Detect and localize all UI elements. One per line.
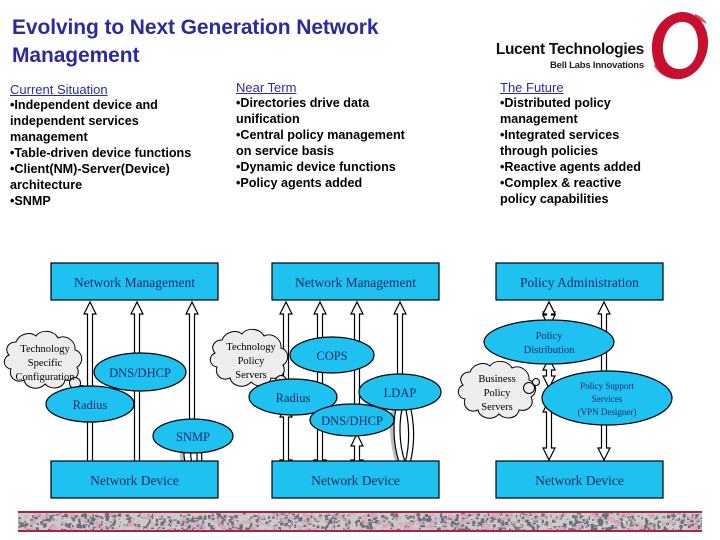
bullet-line: •Independent device and: [10, 98, 158, 112]
svg-text:Policy: Policy: [484, 388, 512, 399]
bullet-line: independent services: [10, 113, 139, 128]
panel-near-term: Network Management Technology Policy Ser…: [209, 262, 442, 499]
svg-text:Policy Administration: Policy Administration: [520, 275, 639, 290]
svg-text:(VPN Designer): (VPN Designer): [578, 407, 637, 417]
svg-text:Services: Services: [592, 394, 623, 404]
svg-text:Technology: Technology: [20, 344, 70, 355]
svg-text:Servers: Servers: [235, 370, 267, 381]
svg-text:Distribution: Distribution: [524, 345, 576, 356]
svg-text:Specific: Specific: [28, 358, 63, 369]
ellipse-policy-distribution: [483, 319, 615, 365]
bullet-line: •Complex & reactive: [500, 175, 622, 190]
svg-text:Policy: Policy: [238, 356, 266, 367]
page-title: Evolving to Next Generation Network Mana…: [12, 14, 482, 69]
svg-text:Policy: Policy: [536, 331, 564, 342]
panel-future: Policy Administration Business Policy Se…: [457, 262, 673, 499]
svg-text:Business: Business: [478, 374, 515, 385]
svg-text:Policy Support: Policy Support: [580, 381, 634, 391]
bullet-line: architecture: [10, 177, 83, 192]
bullet-line: •Reactive agents added: [500, 159, 641, 174]
column-body-1: •Independent device and independent serv…: [10, 98, 250, 209]
svg-text:Network Management: Network Management: [295, 275, 416, 290]
svg-text:Technology: Technology: [226, 342, 276, 353]
svg-text:Radius: Radius: [276, 391, 311, 405]
panel-current: Network Management Technology Specific C…: [3, 262, 234, 499]
column-heading-1: Current Situation: [10, 82, 108, 97]
svg-text:LDAP: LDAP: [384, 386, 417, 400]
bullet-line: •Dynamic device functions: [236, 159, 396, 174]
svg-text:SNMP: SNMP: [176, 430, 210, 444]
bullet-line: •Client(NM)-Server(Device): [10, 161, 170, 176]
bullet-line: through policies: [500, 143, 598, 158]
bullet-line: •Policy agents added: [236, 175, 363, 190]
column-body-2: •Directories drive data unification •Cen…: [236, 96, 472, 192]
bullet-line: •Central policy management: [236, 127, 405, 142]
logo-tagline: Bell Labs Innovations: [550, 60, 644, 71]
box-label: Network Management: [74, 275, 195, 290]
svg-text:DNS/DHCP: DNS/DHCP: [321, 414, 383, 428]
bullet-line: management: [500, 111, 578, 126]
bullet-line: •Table-driven device functions: [10, 145, 192, 160]
svg-text:Configuration: Configuration: [16, 372, 76, 383]
svg-text:Radius: Radius: [73, 398, 108, 412]
bullet-line: management: [10, 129, 88, 144]
page-title-line-1: Evolving to Next Generation Network: [12, 16, 379, 39]
lucent-circle-icon: [651, 11, 709, 80]
bullet-line: •Integrated services: [500, 127, 620, 142]
bullet-line: •Directories drive data: [236, 96, 370, 110]
decorative-texture-strip: [18, 511, 702, 532]
bullet-line: •SNMP: [10, 193, 51, 208]
svg-text:COPS: COPS: [316, 349, 347, 363]
text-column-current-situation: Current Situation •Independent device an…: [10, 82, 250, 209]
logo-name: Lucent Technologies: [495, 41, 644, 58]
bullet-line: on service basis: [236, 143, 335, 158]
column-heading-3: The Future: [500, 80, 564, 95]
svg-text:Network Device: Network Device: [311, 473, 400, 488]
svg-text:Servers: Servers: [481, 402, 513, 413]
column-heading-2: Near Term: [236, 80, 297, 95]
text-column-near-term: Near Term •Directories drive data unific…: [236, 80, 472, 192]
bullet-line: policy capabilities: [500, 191, 609, 206]
bullet-line: •Distributed policy: [500, 96, 611, 110]
lucent-logo: Lucent Technologies Bell Labs Innovation…: [496, 10, 712, 80]
bullet-line: unification: [236, 111, 300, 126]
slide-canvas: Evolving to Next Generation Network Mana…: [0, 0, 720, 540]
column-body-3: •Distributed policy management •Integrat…: [500, 96, 715, 207]
page-title-line-2: Management: [12, 43, 140, 67]
cloud-technology-specific-configuration: Technology Specific Configuration: [3, 330, 86, 393]
svg-text:DNS/DHCP: DNS/DHCP: [109, 366, 171, 380]
svg-text:Network Device: Network Device: [90, 473, 179, 488]
architecture-diagram: .bx { fill:#1EC1F0; stroke:#000; stroke-…: [0, 250, 720, 510]
strip-texture: [18, 513, 702, 530]
cloud-business-policy-servers: Business Policy Servers: [457, 360, 540, 419]
svg-text:Network Device: Network Device: [535, 473, 624, 488]
text-column-the-future: The Future •Distributed policy managemen…: [500, 80, 715, 207]
